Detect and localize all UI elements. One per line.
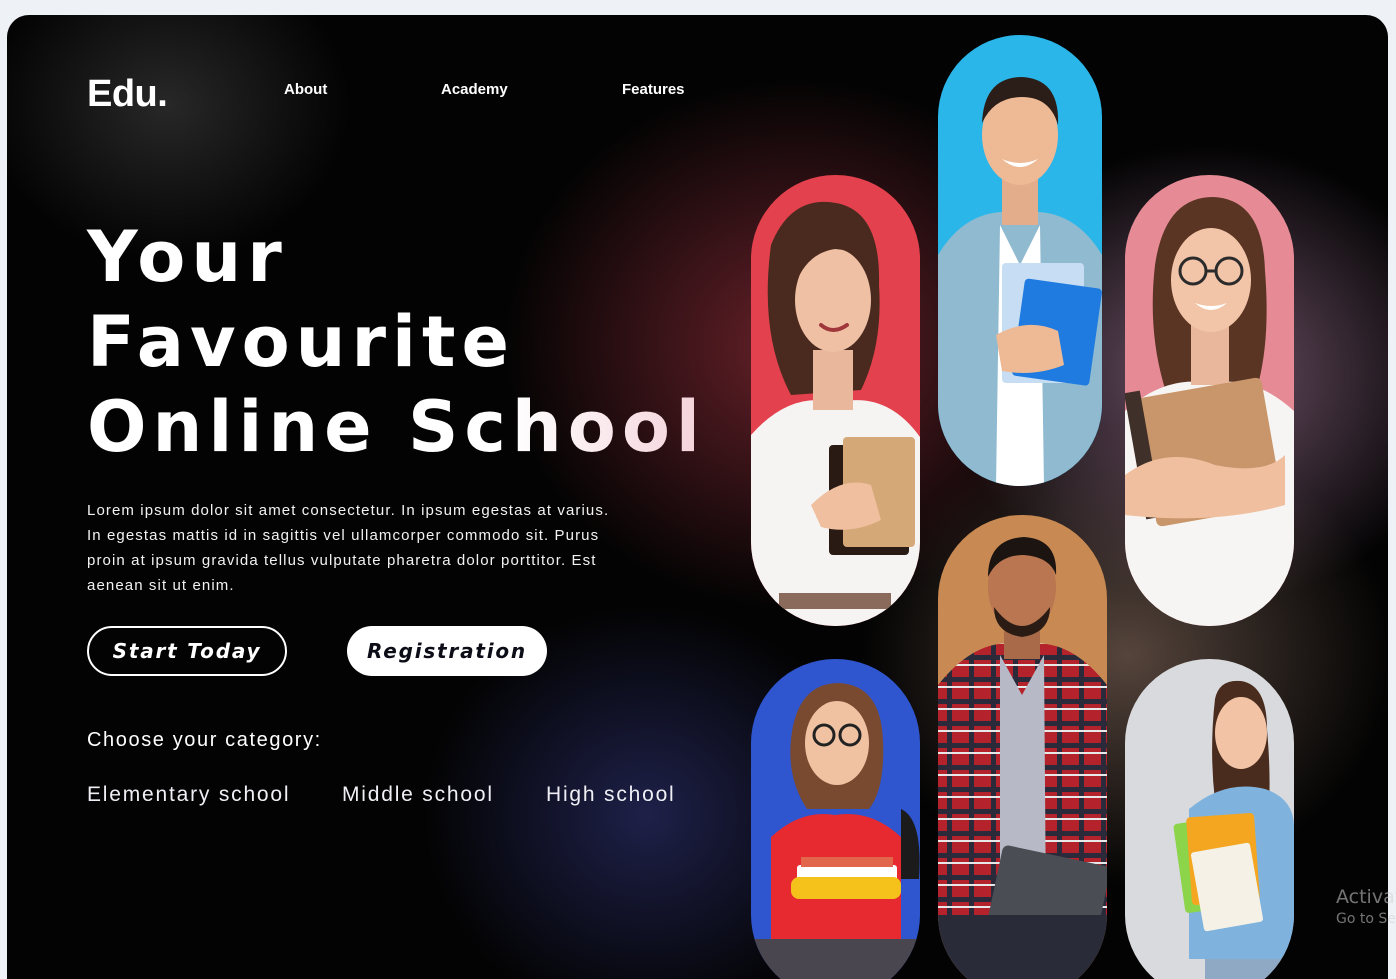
- hero-title-line-2: Favourite: [87, 301, 515, 383]
- student-photo-man-plaid: [938, 515, 1107, 979]
- category-high[interactable]: High school: [546, 783, 676, 807]
- student-photo-man-blue: [938, 35, 1102, 486]
- registration-button[interactable]: Registration: [347, 626, 547, 676]
- student-photo-woman-red: [751, 175, 920, 626]
- watermark-line-2: Go to Set: [1336, 911, 1396, 927]
- landing-page: Edu. About Academy Features Your Favouri…: [7, 15, 1388, 979]
- student-photo-girl-notebooks: [1125, 659, 1294, 979]
- hero-title: Your Favourite Online School: [87, 215, 706, 470]
- category-heading: Choose your category:: [87, 729, 322, 751]
- hero-description: Lorem ipsum dolor sit amet consectetur. …: [87, 502, 610, 594]
- student-photo-woman-glasses-pink: [1125, 175, 1294, 626]
- category-middle[interactable]: Middle school: [342, 783, 494, 807]
- nav-about[interactable]: About: [284, 81, 327, 98]
- activation-watermark: Activat Go to Set: [1336, 886, 1396, 927]
- brand-logo[interactable]: Edu.: [87, 73, 168, 116]
- start-today-button[interactable]: Start Today: [87, 626, 287, 676]
- nav-features[interactable]: Features: [622, 81, 685, 98]
- category-elementary[interactable]: Elementary school: [87, 783, 290, 807]
- hero-title-line-1: Your: [87, 216, 288, 298]
- watermark-line-1: Activat: [1336, 886, 1396, 908]
- student-photo-girl-backpack: [751, 659, 920, 979]
- hero-title-line-3: Online School: [87, 386, 706, 468]
- nav-academy[interactable]: Academy: [441, 81, 508, 98]
